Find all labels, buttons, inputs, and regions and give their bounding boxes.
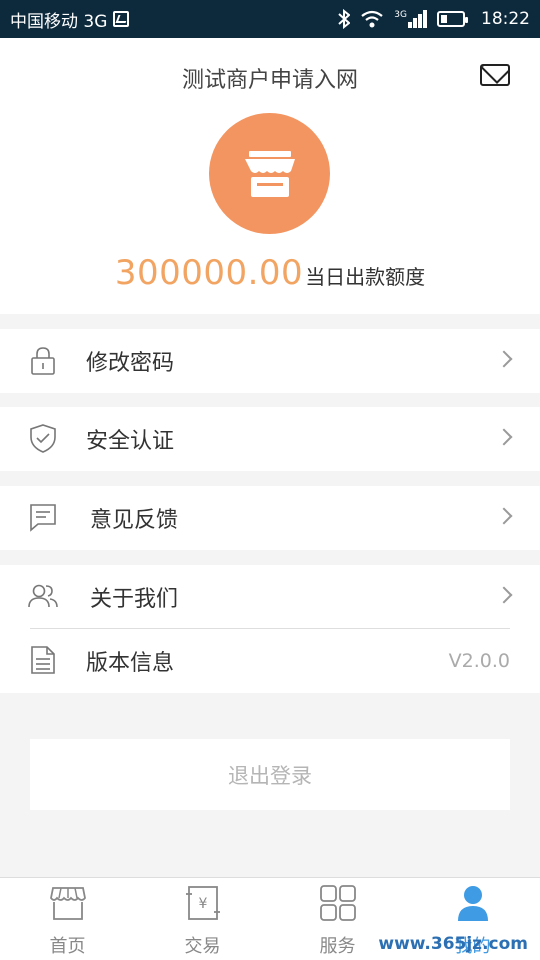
users-icon [28,584,58,608]
chevron-right-icon [495,586,513,604]
tab-label: 首页 [49,936,86,957]
menu-item-security[interactable]: 安全认证 [0,407,540,471]
menu-item-label: 版本信息 [86,651,175,676]
carrier-label: 中国移动 3G [10,11,108,32]
menu-item-feedback[interactable]: 意见反馈 [0,486,540,550]
tab-transaction[interactable]: ¥ 交易 [135,878,270,960]
menu-item-about[interactable]: 关于我们 [0,565,540,629]
chevron-right-icon [495,507,513,525]
tab-home[interactable]: 首页 [0,878,135,960]
menu-item-version[interactable]: 版本信息 V2.0.0 [0,629,540,693]
shield-icon [30,424,56,453]
menu-item-label: 意见反馈 [90,508,179,533]
menu-item-label: 修改密码 [86,351,175,376]
grid-icon [319,885,356,921]
version-value: V2.0.0 [448,650,510,672]
home-store-icon [49,887,86,920]
feedback-icon [30,504,56,532]
tab-label: 交易 [184,936,221,957]
limit-amount: 300000.00 [114,253,304,293]
user-icon [457,886,488,921]
svg-text:¥: ¥ [198,896,207,912]
image-notification-icon [113,11,130,27]
tab-label: 服务 [319,936,356,957]
daily-limit: 300000.00 当日出款额度 [0,253,540,293]
logout-button[interactable]: 退出登录 [30,739,510,810]
mail-icon[interactable] [480,64,510,86]
menu-item-change-password[interactable]: 修改密码 [0,329,540,393]
transaction-icon: ¥ [185,886,220,920]
menu-item-label: 安全认证 [86,429,175,454]
limit-label: 当日出款额度 [305,265,426,289]
document-icon [31,646,55,674]
lock-icon [31,347,55,375]
profile-header: 测试商户申请入网 300000.00 当日出款额度 [0,38,540,314]
network-type-label: 3G [394,10,407,20]
signal-icon: 3G [394,10,427,28]
wifi-icon [361,10,383,28]
page-title: 测试商户申请入网 [181,68,358,93]
status-bar: 中国移动 3G 3G 18:22 [0,0,540,38]
menu-item-label: 关于我们 [90,587,179,612]
bluetooth-icon [338,9,351,29]
chevron-right-icon [495,428,513,446]
chevron-right-icon [495,350,513,368]
battery-icon [437,11,468,27]
watermark: www.365jz.com [378,934,528,954]
clock: 18:22 [481,9,530,29]
store-icon [245,151,295,197]
store-avatar [209,113,330,234]
